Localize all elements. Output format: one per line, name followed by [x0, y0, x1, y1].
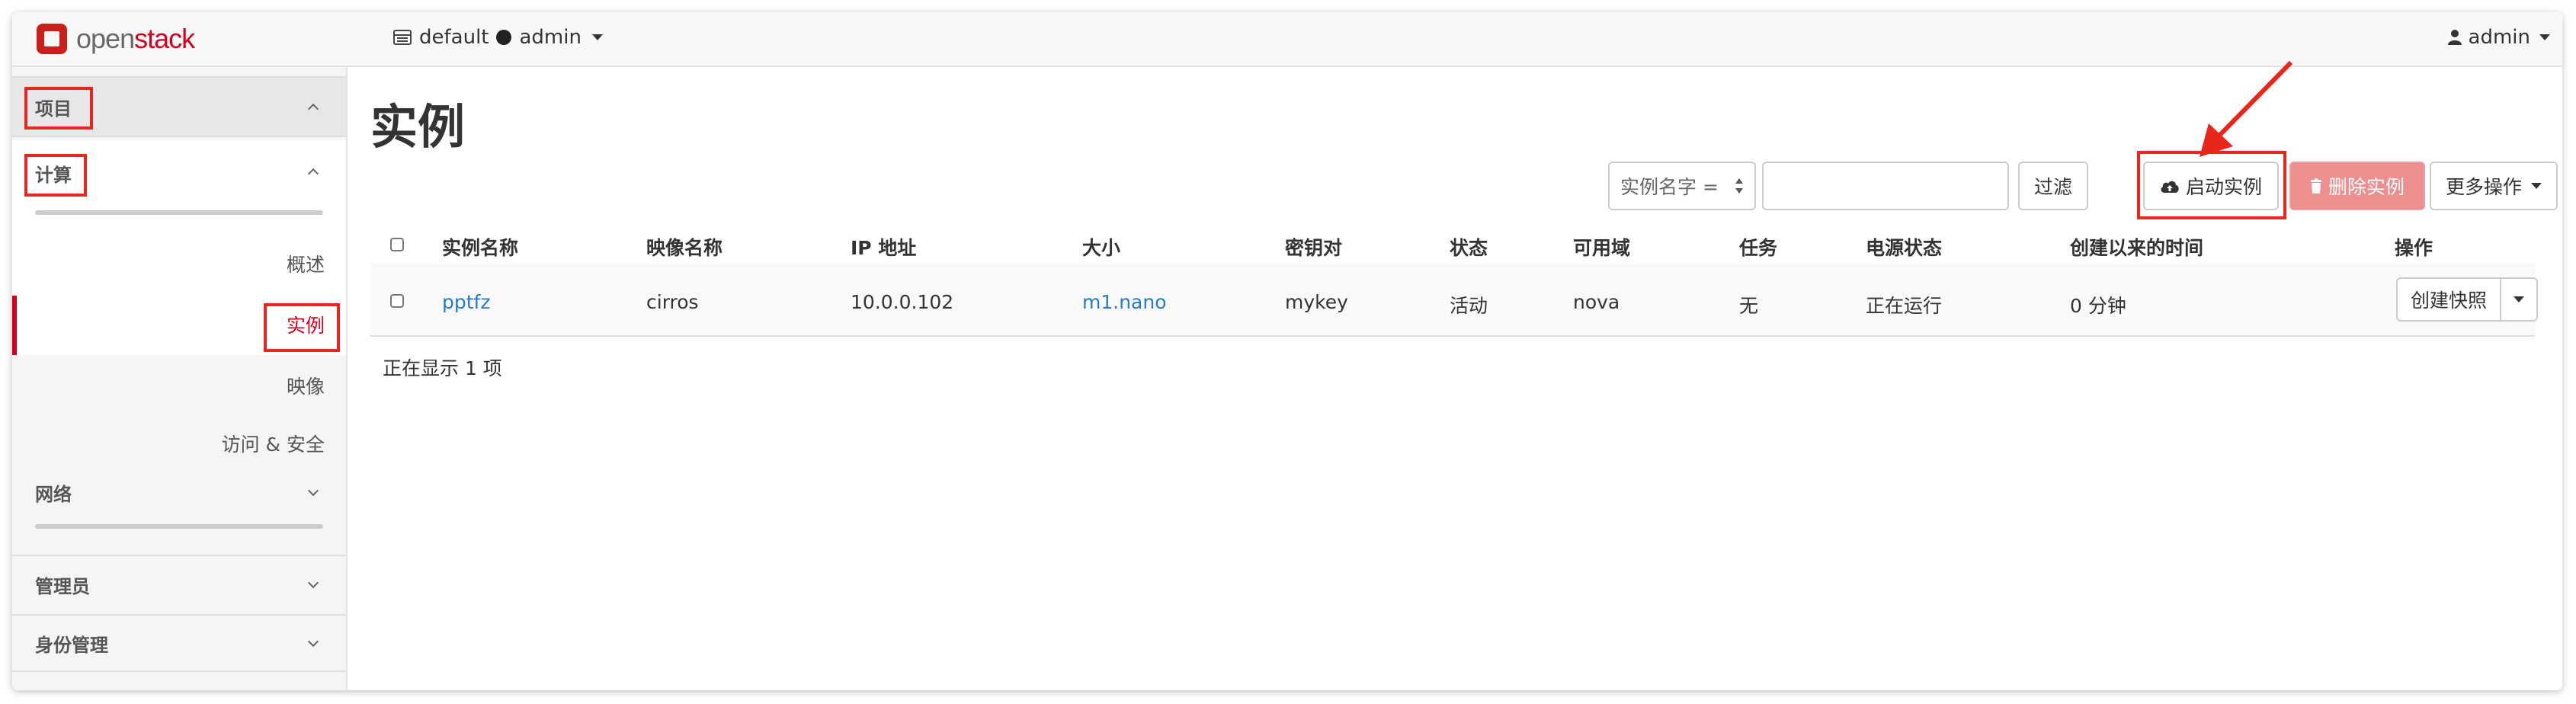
- caret-down-icon: [2531, 183, 2542, 189]
- brand-name: openstack: [76, 23, 195, 55]
- sidebar-section-admin-label: 管理员: [35, 575, 90, 597]
- top-navbar: openstack default admin admin: [12, 12, 2562, 67]
- col-header-image[interactable]: 映像名称: [646, 233, 722, 261]
- sidebar-item-overview[interactable]: 概述: [287, 250, 325, 277]
- col-header-actions: 操作: [2395, 237, 2433, 259]
- openstack-logo[interactable]: openstack: [35, 21, 195, 57]
- sidebar-section-admin[interactable]: 管理员: [12, 555, 346, 613]
- filter-button-label: 过滤: [2033, 176, 2072, 198]
- sidebar-section-network-label: 网络: [35, 483, 72, 505]
- col-header-keypair[interactable]: 密钥对: [1285, 233, 1342, 261]
- cell-status: 活动: [1450, 295, 1488, 317]
- filter-button[interactable]: 过滤: [2018, 162, 2088, 210]
- sidebar-section-identity-label: 身份管理: [35, 634, 108, 656]
- col-header-power[interactable]: 电源状态: [1866, 233, 1942, 261]
- chevron-down-icon: [308, 638, 319, 648]
- col-header-zone[interactable]: 可用域: [1573, 233, 1630, 261]
- table-footer-count: 正在显示 1 项: [383, 357, 502, 379]
- domain-label: default: [419, 26, 489, 49]
- cell-keypair: mykey: [1285, 291, 1348, 313]
- sidebar-section-network[interactable]: 网络: [12, 463, 346, 521]
- filter-input[interactable]: [1762, 162, 2009, 210]
- caret-down-icon: [2539, 34, 2550, 40]
- sidebar-section-identity[interactable]: 身份管理: [12, 614, 346, 672]
- user-icon: [2447, 30, 2462, 45]
- highlight-box: [264, 303, 340, 352]
- sidebar-item-access-security[interactable]: 访问 & 安全: [222, 430, 325, 457]
- chevron-up-icon: [308, 166, 319, 177]
- select-all-checkbox[interactable]: [390, 238, 404, 251]
- col-header-name[interactable]: 实例名称: [442, 233, 518, 261]
- chevron-down-icon: [308, 579, 319, 590]
- caret-down-icon: [2514, 296, 2524, 302]
- highlight-box: [24, 87, 93, 130]
- annotation-arrow: [2200, 60, 2293, 157]
- page-title: 实例: [370, 99, 466, 155]
- chevron-down-icon: [308, 487, 319, 498]
- trash-icon: [2310, 178, 2321, 194]
- app-window: openstack default admin admin 项目 计算 概述 实…: [12, 12, 2562, 690]
- section-divider: [35, 524, 323, 529]
- caret-down-icon: [591, 34, 603, 40]
- cell-age: 0 分钟: [2070, 295, 2126, 317]
- cell-size[interactable]: m1.nano: [1082, 291, 1167, 313]
- table-row-divider: [370, 335, 2535, 337]
- more-actions-button[interactable]: 更多操作: [2430, 162, 2558, 210]
- create-snapshot-label: 创建快照: [2410, 290, 2487, 312]
- user-name: admin: [2468, 26, 2530, 49]
- col-header-status[interactable]: 状态: [1450, 233, 1488, 261]
- filter-field-label: 实例名字 =: [1620, 176, 1719, 198]
- cell-zone: nova: [1573, 291, 1620, 313]
- sidebar: 项目 计算 概述 实例 映像 访问 & 安全 网络 管理员 身份管理: [12, 67, 348, 690]
- dot-icon: [496, 30, 512, 45]
- section-divider: [35, 210, 323, 215]
- col-header-size[interactable]: 大小: [1082, 233, 1120, 261]
- filter-field-select[interactable]: 实例名字 =: [1608, 162, 1756, 210]
- user-menu-dropdown[interactable]: admin: [2447, 26, 2550, 49]
- col-header-age[interactable]: 创建以来的时间: [2070, 233, 2203, 261]
- openstack-logo-icon: [35, 22, 69, 56]
- cell-image-name: cirros: [646, 291, 699, 313]
- create-snapshot-button[interactable]: 创建快照: [2396, 277, 2501, 322]
- row-checkbox[interactable]: [390, 294, 404, 308]
- col-header-ip[interactable]: IP 地址: [851, 233, 916, 261]
- brand-name-suffix: stack: [134, 23, 195, 54]
- sort-arrows-icon: [1735, 178, 1743, 194]
- table-icon: [393, 30, 412, 45]
- chevron-up-icon: [308, 101, 319, 112]
- cell-power-state: 正在运行: [1866, 295, 1943, 317]
- delete-instance-button[interactable]: 删除实例: [2289, 162, 2425, 210]
- col-header-task[interactable]: 任务: [1739, 233, 1777, 261]
- project-context-dropdown[interactable]: default admin: [393, 26, 603, 49]
- cell-task: 无: [1739, 295, 1759, 317]
- more-actions-label: 更多操作: [2445, 176, 2522, 198]
- cell-instance-name[interactable]: pptfz: [442, 291, 490, 313]
- highlight-box: [24, 154, 87, 197]
- row-actions-dropdown-toggle[interactable]: [2500, 277, 2538, 322]
- cell-ip-address: 10.0.0.102: [851, 291, 954, 313]
- project-label: admin: [519, 26, 582, 49]
- delete-instance-label: 删除实例: [2328, 176, 2405, 198]
- sidebar-item-images[interactable]: 映像: [287, 372, 325, 399]
- brand-name-prefix: open: [76, 23, 135, 54]
